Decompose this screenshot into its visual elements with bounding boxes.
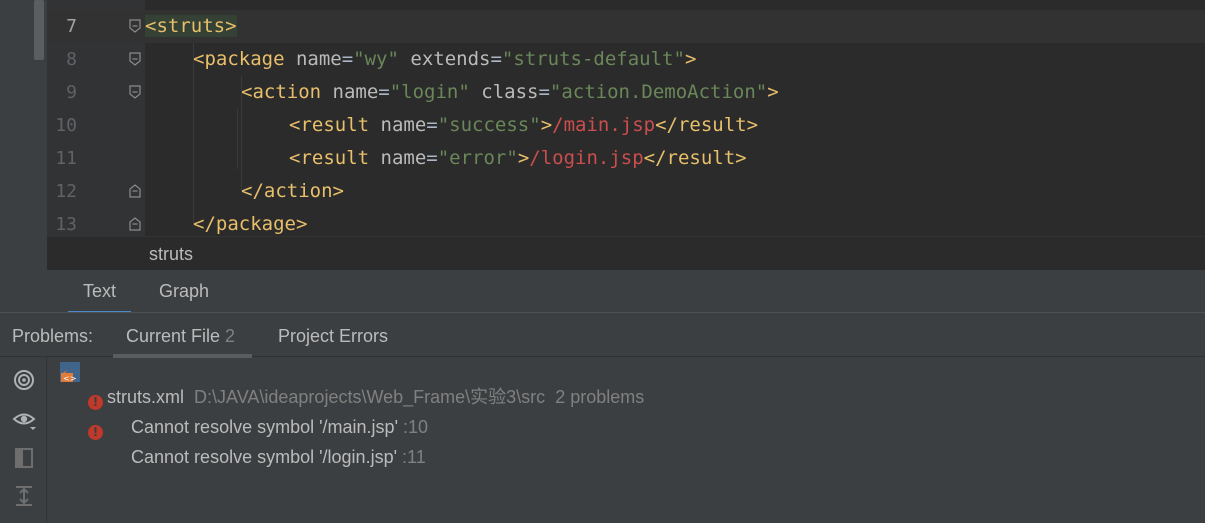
expand-icon[interactable] <box>12 484 36 508</box>
fold-open-icon[interactable] <box>129 85 141 99</box>
breadcrumb: struts <box>47 236 1205 271</box>
code-token: = <box>426 114 438 136</box>
code-token: > <box>517 147 530 169</box>
problem-message: Cannot resolve symbol '/login.jsp' <box>131 447 398 467</box>
code-line[interactable]: 13 </package> <box>47 208 1205 236</box>
tab-project-errors[interactable]: Project Errors <box>278 326 388 347</box>
code-token: class <box>469 81 539 103</box>
code-token: = <box>378 81 390 103</box>
fold-open-icon[interactable] <box>129 52 141 66</box>
tab-current-file-label: Current File <box>126 326 221 346</box>
code-token: </action> <box>241 180 344 202</box>
line-number: 10 <box>55 115 77 136</box>
code-token: > <box>684 48 697 70</box>
code-text: <action name="login" class="action.DemoA… <box>241 76 779 109</box>
line-number: 13 <box>55 214 77 235</box>
code-token: = <box>490 48 502 70</box>
code-token: <result <box>289 147 381 169</box>
line-number: 12 <box>55 181 77 202</box>
code-token: > <box>767 81 779 103</box>
indent-guide <box>193 43 194 223</box>
problems-panel: Problems: Current File 2 Project Errors … <box>0 312 1205 523</box>
code-token: = <box>538 81 550 103</box>
code-token: "struts-default" <box>501 48 685 70</box>
code-line[interactable]: 12 </action> <box>47 175 1205 208</box>
code-token: </result> <box>655 114 759 136</box>
indent-guide <box>237 109 238 169</box>
code-token: = <box>426 147 438 169</box>
code-line[interactable]: 9 <action name="login" class="action.Demo… <box>47 76 1205 109</box>
tab-current-file-count: 2 <box>225 326 236 346</box>
breadcrumb-item[interactable]: struts <box>149 244 193 265</box>
code-text: <package name="wy" extends="struts-defau… <box>193 43 696 76</box>
code-token: name <box>295 48 342 70</box>
code-token: name <box>380 114 427 136</box>
code-text: </action> <box>241 175 344 208</box>
code-text: </package> <box>193 208 307 236</box>
code-token: "error" <box>437 147 518 169</box>
code-line[interactable]: 11 <result name="error">/login.jsp</resul… <box>47 142 1205 175</box>
code-token: > <box>540 114 553 136</box>
radar-icon[interactable] <box>12 368 36 392</box>
code-line[interactable]: 10 <result name="success">/main.jsp</resu… <box>47 109 1205 142</box>
fold-close-icon[interactable] <box>129 217 141 231</box>
code-token: </result> <box>643 147 747 169</box>
problems-title: Problems: <box>12 326 94 346</box>
tab-graph[interactable]: Graph <box>159 281 209 302</box>
code-token: /login.jsp <box>529 147 644 169</box>
code-editor[interactable]: 7 <struts> 8 <package name="wy" extends="st… <box>47 0 1205 236</box>
svg-text:<>: <> <box>63 374 76 383</box>
tab-text[interactable]: Text <box>67 281 132 315</box>
code-text: <result name="error">/login.jsp</result> <box>289 142 747 175</box>
code-token: <action <box>241 81 333 103</box>
code-token: "login" <box>389 81 470 103</box>
code-text: <struts> <box>145 10 237 43</box>
code-line[interactable]: 7 <struts> <box>47 10 1205 43</box>
code-token: "success" <box>437 114 541 136</box>
code-token: name <box>332 81 379 103</box>
problem-count-summary: 2 problems <box>555 387 645 407</box>
eye-icon[interactable] <box>12 408 36 432</box>
problem-item[interactable]: Cannot resolve symbol '/login.jsp' :11 <box>111 418 426 496</box>
code-token: <struts> <box>145 15 237 37</box>
line-number: 11 <box>55 148 77 169</box>
fold-open-icon[interactable] <box>129 19 141 33</box>
code-token: "action.DemoAction" <box>549 81 768 103</box>
line-number: 9 <box>66 82 77 103</box>
code-token: = <box>341 48 354 70</box>
left-scrollbar[interactable] <box>34 0 44 60</box>
problems-toolbar <box>0 357 47 523</box>
xml-file-icon: <> <box>60 362 80 383</box>
line-number: 7 <box>66 16 77 37</box>
problem-line: :11 <box>402 447 426 467</box>
indent-guide <box>241 76 242 192</box>
code-token: <result <box>289 114 381 136</box>
code-text: <result name="success">/main.jsp</result… <box>289 109 758 142</box>
code-token: <package <box>193 48 296 70</box>
code-token: /main.jsp <box>552 114 656 136</box>
preview-icon[interactable] <box>12 446 36 470</box>
code-token: </package> <box>193 213 308 235</box>
code-token: name <box>380 147 427 169</box>
line-number: 8 <box>66 49 77 70</box>
code-token: extends <box>398 48 491 70</box>
problems-tabs: Problems: Current File 2 Project Errors <box>0 313 1205 358</box>
error-icon <box>88 395 103 410</box>
code-line[interactable]: 8 <package name="wy" extends="struts-defa… <box>47 43 1205 76</box>
fold-close-icon[interactable] <box>129 184 141 198</box>
error-icon <box>88 425 103 440</box>
editor-view-tabs: Text Graph <box>47 270 1205 315</box>
code-token: "wy" <box>353 48 399 70</box>
tab-current-file[interactable]: Current File 2 <box>112 326 253 358</box>
